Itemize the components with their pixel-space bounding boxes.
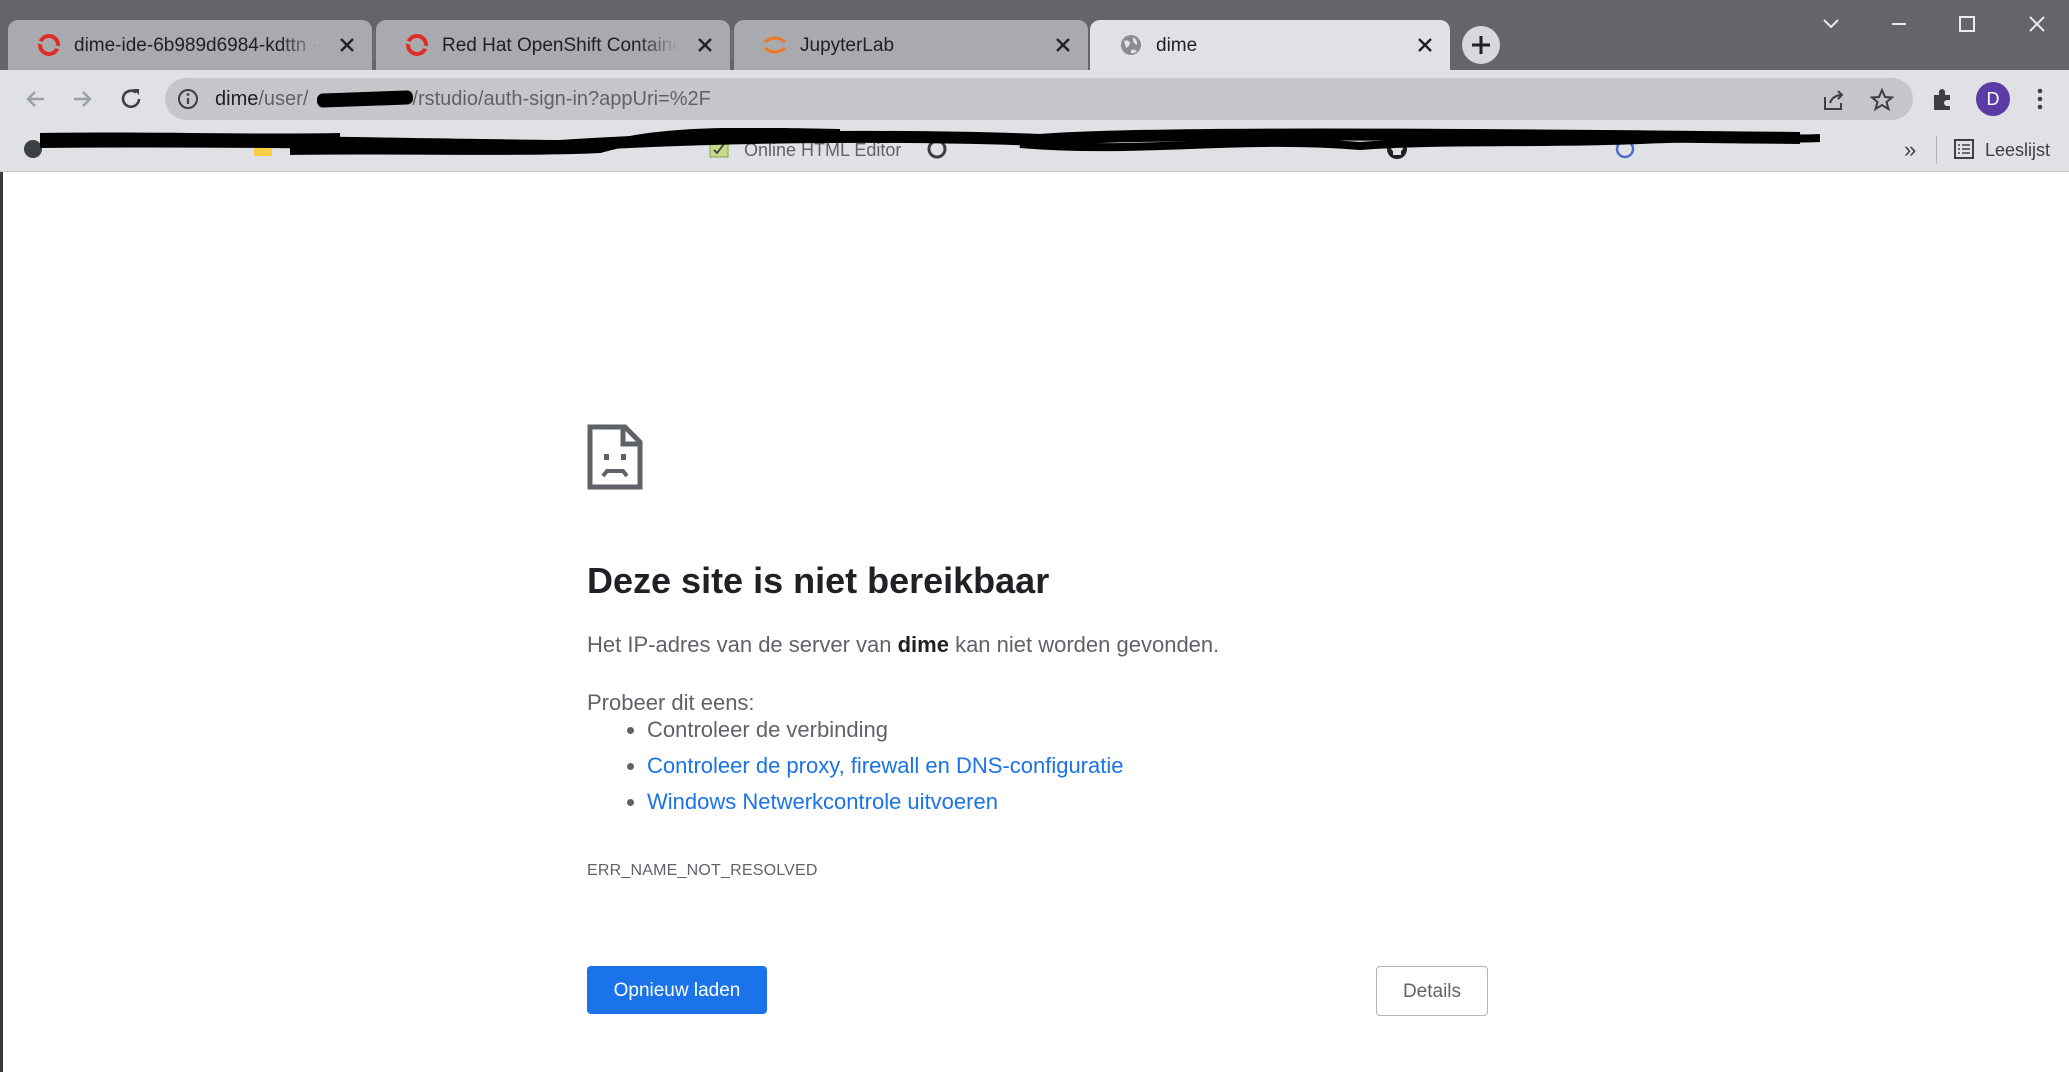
toolbar: dime/user/ /rstudio/auth-sign-in?appUri=%… bbox=[0, 70, 2069, 128]
reading-list-label[interactable]: Leeslijst bbox=[1985, 138, 2050, 162]
error-code: ERR_NAME_NOT_RESOLVED bbox=[587, 862, 818, 879]
redaction-scribble bbox=[40, 128, 1820, 155]
url-path-end: /rstudio/auth-sign-in?appUri=%2F bbox=[412, 88, 711, 110]
close-icon[interactable] bbox=[336, 34, 358, 56]
maximize-button[interactable] bbox=[1944, 10, 1990, 38]
profile-avatar[interactable]: D bbox=[1976, 82, 2010, 116]
info-icon[interactable] bbox=[177, 88, 199, 110]
forward-icon[interactable] bbox=[68, 84, 98, 114]
suggestion-check-connection: Controleer de verbinding bbox=[647, 712, 1123, 748]
tab-title: JupyterLab bbox=[800, 35, 895, 56]
url-text[interactable]: dime/user/ /rstudio/auth-sign-in?appUri=%… bbox=[215, 87, 711, 111]
tab-title: dime bbox=[1156, 35, 1198, 56]
globe-icon bbox=[1121, 35, 1141, 55]
tab-search-chevron-icon[interactable] bbox=[1808, 10, 1854, 38]
window-edge bbox=[0, 172, 3, 1072]
tab-dime-ide[interactable]: dime-ide-6b989d6984-kdttn · De bbox=[8, 20, 372, 70]
bookmarks-bar: Online HTML Editor » Leeslijst bbox=[0, 128, 2069, 172]
plus-icon bbox=[1472, 36, 1490, 54]
back-icon[interactable] bbox=[20, 84, 50, 114]
error-host: dime bbox=[897, 632, 949, 657]
minimize-button[interactable] bbox=[1876, 10, 1922, 38]
tab-dime[interactable]: dime bbox=[1090, 20, 1450, 70]
close-icon[interactable] bbox=[1414, 34, 1436, 56]
bookmarks-overflow-button[interactable]: » bbox=[1904, 138, 1916, 162]
share-icon[interactable] bbox=[1821, 87, 1847, 113]
close-icon[interactable] bbox=[694, 34, 716, 56]
window-close-button[interactable] bbox=[2014, 10, 2060, 38]
extensions-icon[interactable] bbox=[1928, 84, 1958, 114]
url-path-start: /user/ bbox=[258, 88, 309, 110]
reading-list-icon[interactable] bbox=[1953, 138, 1975, 160]
suggestion-network-diagnostics-link[interactable]: Windows Netwerkcontrole uitvoeren bbox=[647, 784, 1123, 820]
tab-divider bbox=[373, 30, 375, 60]
close-icon[interactable] bbox=[1052, 34, 1074, 56]
bookmarks-divider bbox=[1936, 136, 1937, 164]
tab-divider bbox=[731, 30, 733, 60]
new-tab-button[interactable] bbox=[1462, 26, 1500, 64]
more-menu-icon[interactable] bbox=[2025, 84, 2055, 114]
sad-document-icon bbox=[587, 424, 643, 490]
openshift-icon bbox=[405, 34, 429, 56]
url-host: dime bbox=[215, 88, 259, 110]
details-button[interactable]: Details bbox=[1376, 966, 1488, 1016]
error-title: Deze site is niet bereikbaar bbox=[587, 560, 1050, 601]
suggestion-check-proxy-link[interactable]: Controleer de proxy, firewall en DNS-con… bbox=[647, 748, 1123, 784]
jupyter-icon bbox=[764, 36, 786, 54]
tab-strip: dime-ide-6b989d6984-kdttn · De Red Hat O… bbox=[0, 0, 2069, 70]
reload-icon[interactable] bbox=[116, 84, 146, 114]
bookmark-star-icon[interactable] bbox=[1869, 87, 1895, 113]
tab-jupyterlab[interactable]: JupyterLab bbox=[734, 20, 1088, 70]
address-bar[interactable]: dime/user/ /rstudio/auth-sign-in?appUri=%… bbox=[165, 78, 1913, 120]
error-description: Het IP-adres van de server van dime kan … bbox=[587, 632, 1220, 657]
suggestion-list: Controleer de verbinding Controleer de p… bbox=[587, 712, 1123, 820]
reload-button[interactable]: Opnieuw laden bbox=[587, 966, 767, 1014]
openshift-icon bbox=[37, 34, 61, 56]
tab-openshift[interactable]: Red Hat OpenShift Container Plat bbox=[376, 20, 730, 70]
